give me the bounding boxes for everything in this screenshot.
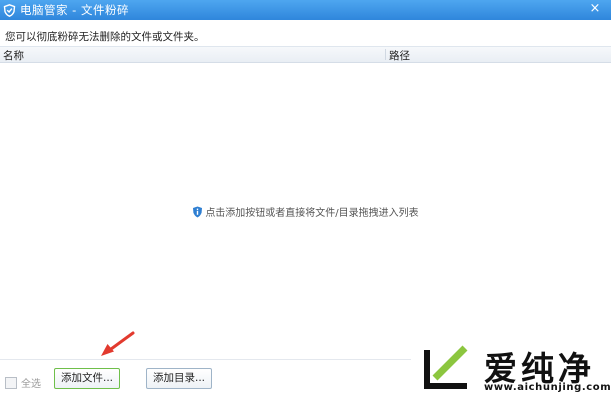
red-arrow-annotation xyxy=(101,331,135,356)
description-bar: 您可以彻底粉碎无法删除的文件或文件夹。 xyxy=(0,20,611,47)
empty-hint: 点击添加按钮或者直接将文件/目录拖拽进入列表 xyxy=(0,204,611,219)
info-shield-icon xyxy=(192,206,203,218)
watermark-emblem-icon xyxy=(424,345,468,389)
file-list[interactable]: 名称 路径 点击添加按钮或者直接将文件/目录拖拽进入列表 xyxy=(0,47,611,359)
close-button[interactable]: × xyxy=(587,1,603,17)
column-separator[interactable] xyxy=(385,49,386,60)
window-title: 电脑管家 - 文件粉碎 xyxy=(20,3,129,17)
list-header: 名称 路径 xyxy=(0,47,611,63)
description-text: 您可以彻底粉碎无法删除的文件或文件夹。 xyxy=(5,31,205,43)
add-directory-button[interactable]: 添加目录... xyxy=(146,368,213,389)
column-header-path[interactable]: 路径 xyxy=(389,48,410,63)
checkbox-box[interactable] xyxy=(5,376,17,389)
watermark-url: www.aichunjing.com xyxy=(484,382,611,393)
column-header-name[interactable]: 名称 xyxy=(3,48,24,63)
empty-hint-text: 点击添加按钮或者直接将文件/目录拖拽进入列表 xyxy=(205,208,419,219)
add-file-button[interactable]: 添加文件... xyxy=(54,368,121,389)
title-bar: 电脑管家 - 文件粉碎 × xyxy=(0,0,611,20)
shield-logo-icon xyxy=(3,3,17,17)
select-all-label: 全选 xyxy=(21,379,41,390)
watermark-logo: 爱纯净 www.aichunjing.com xyxy=(411,338,611,399)
select-all-checkbox[interactable]: 全选 xyxy=(5,375,41,390)
